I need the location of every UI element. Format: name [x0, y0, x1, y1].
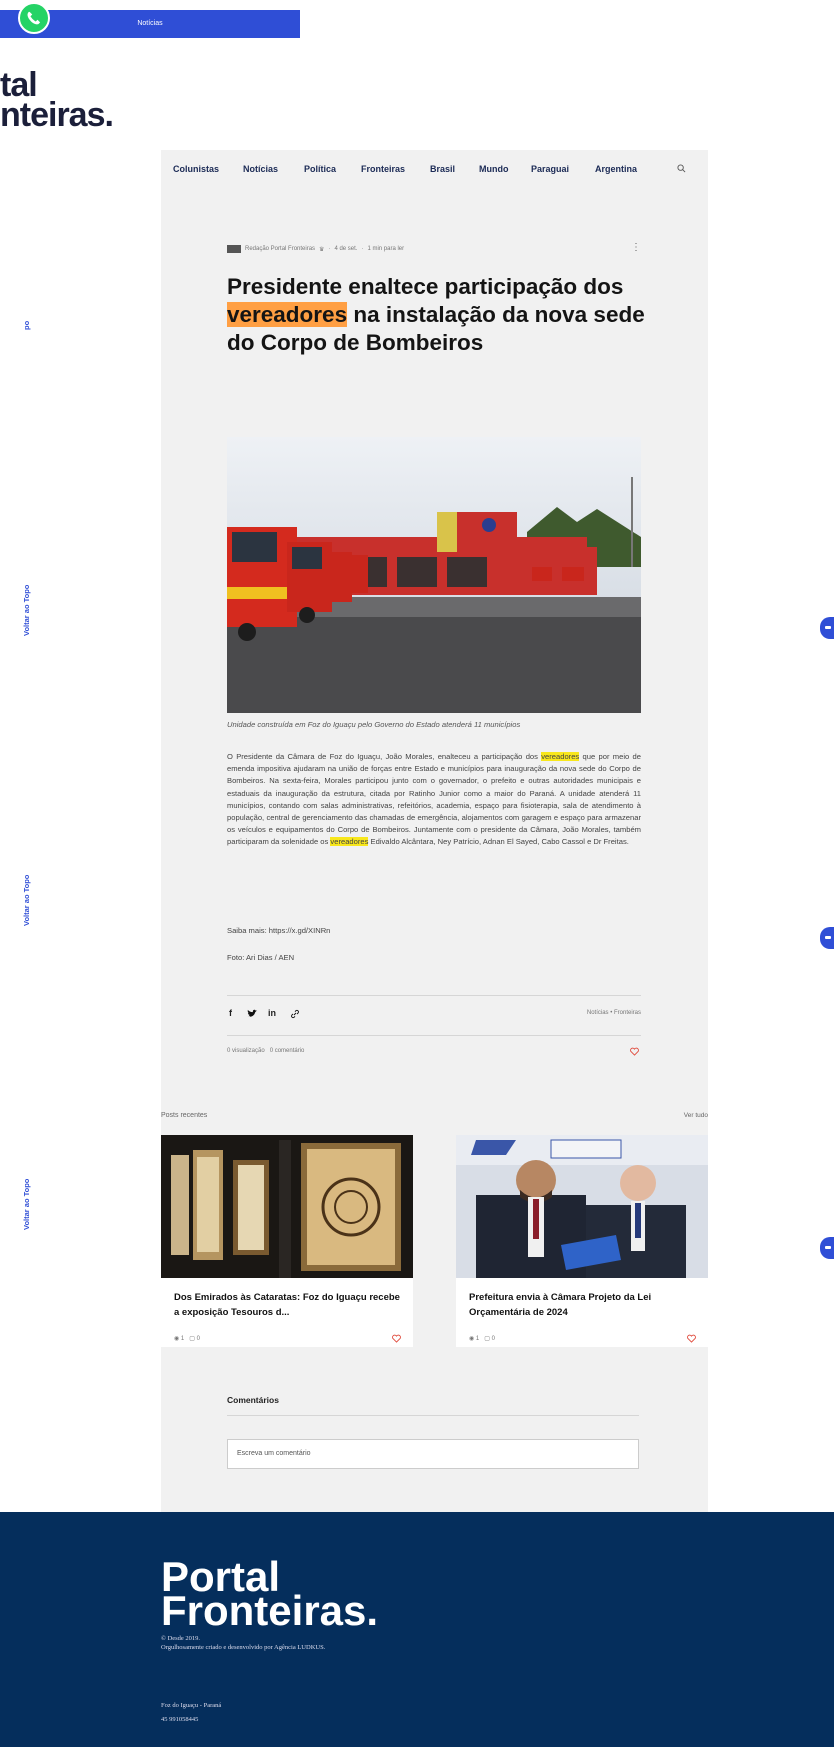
comments-title: Comentários [227, 1395, 279, 1405]
footer: Portal Fronteiras. © Desde 2019. Orgulho… [0, 1512, 834, 1747]
like-heart-icon[interactable] [392, 1334, 401, 1343]
body-highlight: vereadores [541, 752, 580, 761]
post-date: 4 de set. [334, 246, 358, 252]
title-highlight: vereadores [227, 302, 348, 327]
share-bar: f in Notícias • Fronteiras [227, 1008, 641, 1024]
post-title: Presidente enaltece participação dos ver… [227, 273, 647, 357]
top-banner-label: Notícias [137, 20, 163, 27]
author-name[interactable]: Redação Portal Fronteiras [245, 246, 315, 252]
photo-credit: Foto: Ari Dias / AEN [227, 953, 295, 962]
divider [227, 1035, 641, 1036]
back-to-top-link-partial[interactable]: po [22, 321, 31, 330]
meta-separator: · [328, 246, 331, 252]
recent-post-title[interactable]: Prefeitura envia à Câmara Projeto da Lei… [469, 1290, 699, 1320]
recent-post-image [456, 1135, 708, 1278]
back-to-top-link[interactable]: Voltar ao Topo [22, 1179, 31, 1230]
nav-item-fronteiras[interactable]: Fronteiras [361, 164, 405, 174]
footer-contact: Foz do Iguaçu - Paraná 45 991058445 [161, 1699, 221, 1727]
recent-post-stats: ◉ 1 ▢ 0 [174, 1335, 200, 1342]
chat-icon[interactable] [820, 617, 834, 639]
meta-separator: · [361, 246, 364, 252]
recent-post-image [161, 1135, 413, 1278]
comments-count: 0 [491, 1336, 495, 1342]
post-meta: Redação Portal Fronteiras ♛ · 4 de set. … [227, 245, 404, 253]
footer-logo[interactable]: Portal Fronteiras. [161, 1556, 379, 1634]
body-part: que por meio de emenda impositiva ajudar… [227, 752, 641, 847]
title-part: Presidente enaltece participação dos [227, 274, 624, 299]
comment-icon: ▢ [484, 1336, 490, 1342]
logo-line-2: nteiras. [0, 96, 114, 134]
chat-icon[interactable] [820, 927, 834, 949]
author-avatar[interactable] [227, 245, 241, 253]
facebook-icon[interactable]: f [229, 1008, 232, 1018]
recent-post-card[interactable]: Prefeitura envia à Câmara Projeto da Lei… [456, 1135, 708, 1347]
article-column: Colunistas Notícias Política Fronteiras … [161, 150, 708, 1512]
comments-count: 0 [196, 1336, 200, 1342]
site-logo-partial[interactable]: tal nteiras. [0, 68, 114, 134]
post-photo [227, 437, 641, 713]
copyright-line: © Desde 2019. [161, 1635, 201, 1642]
post-body: O Presidente da Câmara de Foz do Iguaçu,… [227, 751, 641, 849]
nav-item-colunistas[interactable]: Colunistas [173, 164, 219, 174]
like-heart-icon[interactable] [687, 1334, 696, 1343]
nav-item-brasil[interactable]: Brasil [430, 164, 455, 174]
recent-post-stats: ◉ 1 ▢ 0 [469, 1335, 495, 1342]
see-all-link[interactable]: Ver tudo [684, 1112, 708, 1119]
nav-item-paraguai[interactable]: Paraguai [531, 164, 569, 174]
views-count: 1 [475, 1336, 480, 1342]
nav-item-mundo[interactable]: Mundo [479, 164, 509, 174]
recent-post-card[interactable]: Dos Emirados às Cataratas: Foz do Iguaçu… [161, 1135, 413, 1347]
footer-phone[interactable]: 45 991058445 [161, 1713, 221, 1727]
back-to-top-link[interactable]: Voltar ao Topo [22, 585, 31, 636]
footer-copyright: © Desde 2019. Orgulhosamente criado e de… [161, 1634, 325, 1652]
search-icon[interactable] [677, 164, 686, 173]
more-info-link[interactable]: Saiba mais: https://x.gd/XINRn [227, 926, 330, 935]
nav-item-politica[interactable]: Política [304, 164, 336, 174]
chat-icon[interactable] [820, 1237, 834, 1259]
whatsapp-icon[interactable] [18, 2, 50, 34]
divider [227, 995, 641, 996]
nav-item-noticias[interactable]: Notícias [243, 164, 278, 174]
comment-icon: ▢ [189, 1336, 195, 1342]
body-part: O Presidente da Câmara de Foz do Iguaçu,… [227, 752, 542, 761]
divider [227, 1415, 639, 1416]
comment-input[interactable]: Escreva um comentário [227, 1439, 639, 1469]
post-categories[interactable]: Notícias • Fronteiras [587, 1010, 641, 1016]
photo-caption: Unidade construída em Foz do Iguaçu pelo… [227, 720, 521, 729]
post-stats: 0 visualização 0 comentário [227, 1048, 304, 1054]
views-count: 1 [180, 1336, 185, 1342]
nav-item-argentina[interactable]: Argentina [595, 164, 637, 174]
recent-post-title[interactable]: Dos Emirados às Cataratas: Foz do Iguaçu… [174, 1290, 404, 1320]
comments-count: 0 comentário [269, 1048, 305, 1054]
read-time: 1 min para ler [367, 246, 405, 252]
link-icon[interactable] [290, 1009, 300, 1019]
linkedin-icon[interactable]: in [268, 1008, 276, 1018]
like-heart-icon[interactable] [630, 1047, 639, 1056]
twitter-icon[interactable] [247, 1009, 258, 1019]
crown-icon: ♛ [319, 246, 325, 253]
footer-logo-line-2: Fronteiras. [161, 1587, 379, 1634]
eye-icon: ◉ [469, 1336, 475, 1342]
views-count: 0 visualização [227, 1048, 265, 1054]
more-options-icon[interactable]: ⋮ [631, 242, 641, 253]
category-nav: Colunistas Notícias Política Fronteiras … [161, 150, 708, 184]
body-part: Edivaldo Alcântara, Ney Patrício, Adnan … [368, 837, 629, 847]
body-highlight: vereadores [330, 837, 369, 847]
eye-icon: ◉ [174, 1336, 180, 1342]
recent-posts-label: Posts recentes [161, 1112, 208, 1119]
credits-line: Orgulhosamente criado e desenvolvido por… [161, 1644, 326, 1651]
footer-city: Foz do Iguaçu - Paraná [161, 1702, 222, 1709]
back-to-top-link[interactable]: Voltar ao Topo [22, 875, 31, 926]
